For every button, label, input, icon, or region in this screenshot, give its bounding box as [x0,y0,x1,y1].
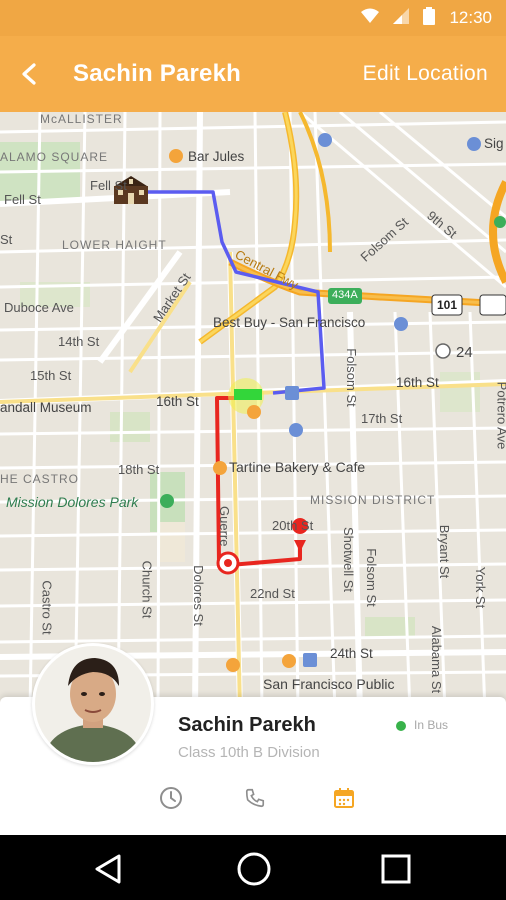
nav-back-icon [95,854,121,884]
map-label: MISSION DISTRICT [310,493,436,507]
map-label: ALAMO SQUARE [0,150,109,164]
signal-icon [393,7,410,29]
page-title: Sachin Parekh [73,60,242,87]
map-label: 14th St [58,334,100,349]
map-label: Duboce Ave [4,300,74,315]
history-button[interactable] [158,785,184,811]
map-view[interactable]: McALLISTER ALAMO SQUARE Bar Jules Fell S… [0,112,506,712]
map-label: Shotwell St [341,526,357,593]
map-label: Guerre [217,506,232,547]
highway-shield: 101 [437,298,458,312]
avatar[interactable] [32,643,154,765]
highway-shield: 434A [332,289,358,301]
map-label: 16th St [396,375,439,390]
map-label: St [0,232,13,247]
calendar-icon [334,788,354,808]
status-bar: 12:30 [0,0,506,36]
map-label: Fell St [4,192,41,207]
map-label: Dolores St [190,565,206,626]
map-label: Sig [484,136,504,151]
map-label: Church St [139,560,155,619]
map-label: 17th St [361,411,403,426]
nav-home-icon [237,852,271,886]
nav-recents-icon [381,854,411,884]
map-label: Potrero Ave [494,381,506,450]
map-label: Bar Jules [188,149,245,164]
map-label: Folsom St [343,348,359,407]
student-class: Class 10th B Division [178,744,320,761]
map-label: Fell St [90,178,127,193]
status-time: 12:30 [449,8,492,27]
map-label: San Francisco Public [263,676,395,692]
nav-back-button[interactable] [88,849,128,889]
map-label: York St [473,566,489,609]
battery-icon [423,6,436,30]
map-label: Folsom St [363,548,379,607]
map-label: 20th St [272,518,314,533]
app-bar: Sachin Parekh Edit Location [0,36,506,112]
clock-icon [160,787,182,809]
map-label: 15th St [30,368,72,383]
map-label: Bryant St [437,524,453,579]
map-label: Best Buy - San Francisco [213,315,366,330]
phone-icon [245,788,265,808]
map-label: 16th St [156,394,199,409]
status-badge: In Bus [414,718,449,732]
map-label: LOWER HAIGHT [62,238,167,252]
student-name: Sachin Parekh [178,714,316,736]
back-button[interactable] [0,36,58,112]
map-label: 24th St [330,646,373,661]
map-label: Mission Dolores Park [6,494,139,510]
map-label: HE CASTRO [0,472,80,486]
map-label: Castro St [39,580,55,635]
nav-home-button[interactable] [234,849,274,889]
back-arrow-icon [22,63,36,85]
edit-location-button[interactable]: Edit Location [363,62,488,86]
map-label: 18th St [118,462,160,477]
map-label: andall Museum [0,400,92,415]
nav-recents-button[interactable] [376,849,416,889]
schedule-button[interactable] [331,785,357,811]
map-label: McALLISTER [40,112,123,126]
system-nav-bar [0,835,506,900]
student-photo [35,646,151,762]
map-label: 24 [456,344,473,361]
status-indicator [396,721,406,731]
call-button[interactable] [242,785,268,811]
map-label: Tartine Bakery & Cafe [229,459,366,475]
wifi-icon [361,8,380,29]
map-label: Alabama St [429,625,445,694]
map-label: 22nd St [250,586,295,601]
